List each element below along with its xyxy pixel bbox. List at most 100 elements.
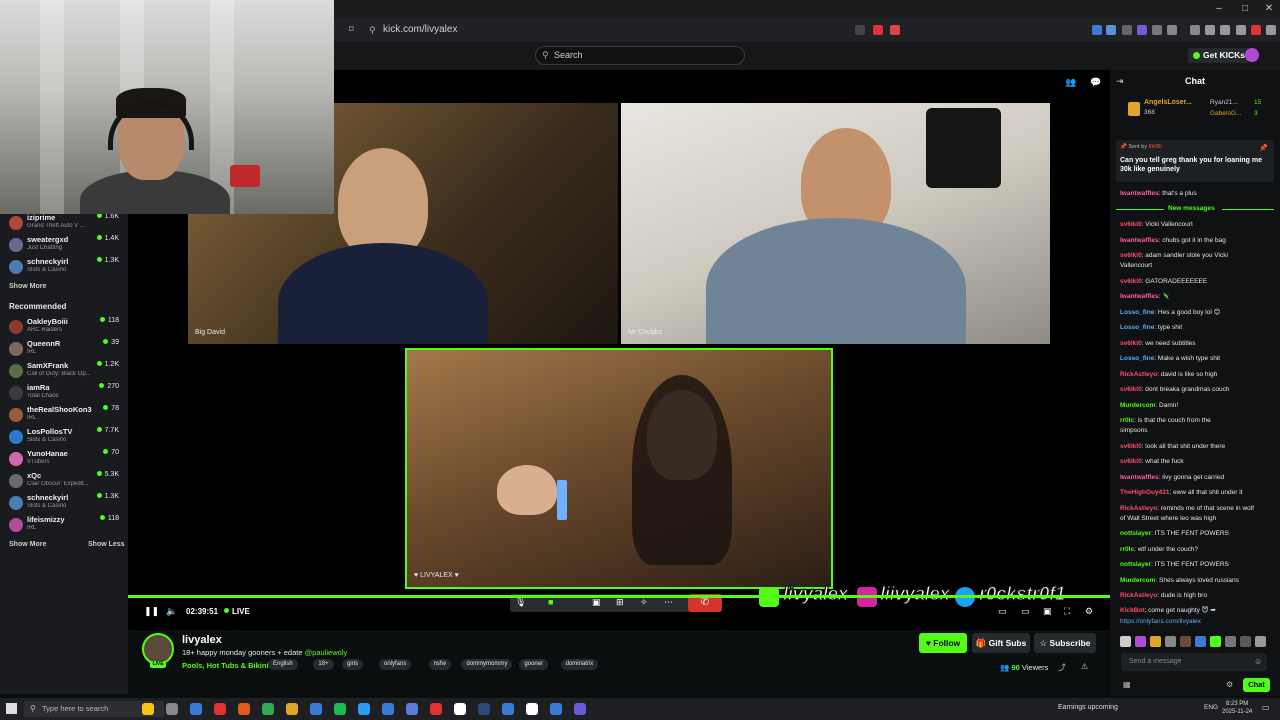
chat-username[interactable]: nottslayer: [1120, 530, 1151, 537]
chat-username[interactable]: Iwantwaffles: [1120, 293, 1159, 300]
taskbar-app-icon[interactable]: [190, 703, 202, 715]
show-more-following[interactable]: Show More: [9, 283, 46, 290]
taskbar-app-icon[interactable]: [406, 703, 418, 715]
extension-icon[interactable]: [1106, 25, 1116, 35]
emote-icon[interactable]: [1120, 636, 1131, 647]
tag-pill[interactable]: gooner: [519, 659, 549, 670]
theater-icon[interactable]: ▭: [1021, 606, 1030, 617]
chat-username[interactable]: sv6lkl0: [1120, 252, 1142, 259]
brave-shield-icon[interactable]: [873, 25, 883, 35]
extension-icon[interactable]: [1167, 25, 1177, 35]
tag-pill[interactable]: 18+: [313, 659, 334, 670]
tag-pill[interactable]: onlyfans: [379, 659, 412, 670]
sidebar-channel[interactable]: SamXFrank Call of Duty: Black Op... 1.2K: [0, 361, 128, 383]
chat-username[interactable]: Losso_fine: [1120, 309, 1154, 316]
taskbar-app-icon[interactable]: [382, 703, 394, 715]
pip-icon[interactable]: ▣: [1043, 606, 1052, 617]
chat-username[interactable]: sv6lkl0: [1120, 340, 1142, 347]
sidebar-channel[interactable]: LosPollosTV Slots & Casino 7.7K: [0, 427, 128, 449]
show-less-recommended[interactable]: Show Less: [88, 541, 125, 548]
fullscreen-icon[interactable]: ⛶: [1064, 606, 1070, 617]
chat-username[interactable]: Losso_fine: [1120, 355, 1154, 362]
chat-username[interactable]: nottslayer: [1120, 561, 1151, 568]
taskbar-app-icon[interactable]: [334, 703, 346, 715]
news-widget[interactable]: Earnings upcoming: [1058, 704, 1118, 711]
viewers-icon[interactable]: 👥: [1065, 77, 1076, 88]
sidebar-channel[interactable]: OakleyBoiii ARC Raiders 118: [0, 317, 128, 339]
tag-pill[interactable]: English: [268, 659, 298, 670]
report-icon[interactable]: ⚠: [1081, 662, 1088, 671]
pinned-user[interactable]: f0r0lli: [1149, 144, 1162, 150]
pin-icon[interactable]: 📌: [1259, 144, 1268, 152]
tag-pill[interactable]: nsfw: [428, 659, 451, 670]
extension-icon[interactable]: [1122, 25, 1132, 35]
language-indicator[interactable]: ENG: [1204, 704, 1218, 711]
gifter-name[interactable]: AngelsLoser...: [1144, 99, 1192, 106]
close-icon[interactable]: ✕: [1262, 3, 1276, 15]
taskbar-app-icon[interactable]: [142, 703, 154, 715]
chat-username[interactable]: Losso_fine: [1120, 324, 1154, 331]
emote-icon[interactable]: [1135, 636, 1146, 647]
sidebar-channel[interactable]: lifeismizzy IRL 118: [0, 515, 128, 537]
send-chat-button[interactable]: Chat: [1243, 678, 1270, 692]
pause-icon[interactable]: ❚❚: [144, 606, 159, 617]
extension-icon[interactable]: [1152, 25, 1162, 35]
system-clock[interactable]: 8:23 PM 2025-11-24: [1222, 700, 1252, 716]
emote-icon[interactable]: [1225, 636, 1236, 647]
chat-username[interactable]: rr0lc: [1120, 546, 1134, 553]
stream-title-mention[interactable]: @pauliewoly: [305, 648, 348, 657]
taskbar-app-icon[interactable]: [430, 703, 442, 715]
channel-name[interactable]: livyalex: [182, 634, 222, 646]
emote-icon[interactable]: [1180, 636, 1191, 647]
chat-username[interactable]: RickAstleyo: [1120, 592, 1157, 599]
chat-username[interactable]: Murdercom: [1120, 577, 1155, 584]
address-bar[interactable]: ⚲ kick.com/livyalex: [365, 22, 905, 38]
follow-button[interactable]: ♥ Follow: [919, 633, 967, 653]
chat-username[interactable]: rr0lc: [1120, 417, 1134, 424]
get-kicks-button[interactable]: Get KICKs: [1188, 48, 1251, 63]
windows-start-icon[interactable]: [6, 703, 17, 714]
sidebar-toggle-icon[interactable]: [1205, 25, 1215, 35]
taskbar-app-icon[interactable]: [550, 703, 562, 715]
site-info-icon[interactable]: ⚲: [369, 22, 376, 38]
user-avatar[interactable]: [1245, 48, 1259, 62]
chat-bubble-icon[interactable]: 💬: [1090, 77, 1101, 88]
taskbar-app-icon[interactable]: [286, 703, 298, 715]
taskbar-app-icon[interactable]: [166, 703, 178, 715]
emoji-icon[interactable]: ☺: [1254, 657, 1262, 666]
chat-input[interactable]: Send a message: [1121, 653, 1267, 671]
tag-pill[interactable]: girls: [342, 659, 364, 670]
gift-subs-button[interactable]: 🎁 Gift Subs: [972, 633, 1030, 653]
taskbar-app-icon[interactable]: [262, 703, 274, 715]
extension-icon[interactable]: [1137, 25, 1147, 35]
sidebar-channel[interactable]: sweatergxd Just Chatting 1.4K: [0, 235, 128, 257]
chat-settings-icon[interactable]: ⚙: [1226, 680, 1233, 689]
chat-username[interactable]: sv6lkl0: [1120, 278, 1142, 285]
gifter-name[interactable]: GabeIsG...: [1210, 110, 1241, 117]
emote-icon[interactable]: [1210, 636, 1221, 647]
extension-icon[interactable]: [1190, 25, 1200, 35]
chat-username[interactable]: sv6lkl0: [1120, 458, 1142, 465]
emote-icon[interactable]: [1150, 636, 1161, 647]
menu-icon[interactable]: [1266, 25, 1276, 35]
emote-icon[interactable]: [1240, 636, 1251, 647]
chat-username[interactable]: TheHighGuy431: [1120, 489, 1169, 496]
wallet-icon[interactable]: [1236, 25, 1246, 35]
extension-icon[interactable]: [1092, 25, 1102, 35]
taskbar-app-icon[interactable]: [358, 703, 370, 715]
tabs-icon[interactable]: [1220, 25, 1230, 35]
chat-username[interactable]: RickAstleyo: [1120, 371, 1157, 378]
taskbar-app-icon[interactable]: [526, 703, 538, 715]
settings-icon[interactable]: ⚙: [1085, 606, 1093, 617]
sidebar-channel[interactable]: schneckyirl Slots & Casino 1.3K: [0, 493, 128, 515]
sidebar-channel[interactable]: iziprime Grand Theft Auto V ... 1.6K: [0, 213, 128, 235]
bookmark-icon[interactable]: ⌑: [349, 24, 354, 35]
sidebar-channel[interactable]: iamRa Total Chaos 270: [0, 383, 128, 405]
chat-username[interactable]: sv6lkl0: [1120, 443, 1142, 450]
taskbar-app-icon[interactable]: [310, 703, 322, 715]
chat-username[interactable]: Iwantwaffles: [1120, 474, 1159, 481]
clip-icon[interactable]: ▭: [998, 606, 1007, 617]
rewards-icon[interactable]: [890, 25, 900, 35]
chat-username[interactable]: RickAstleyo: [1120, 505, 1157, 512]
chat-menu-icon[interactable]: ▦: [1123, 680, 1131, 689]
